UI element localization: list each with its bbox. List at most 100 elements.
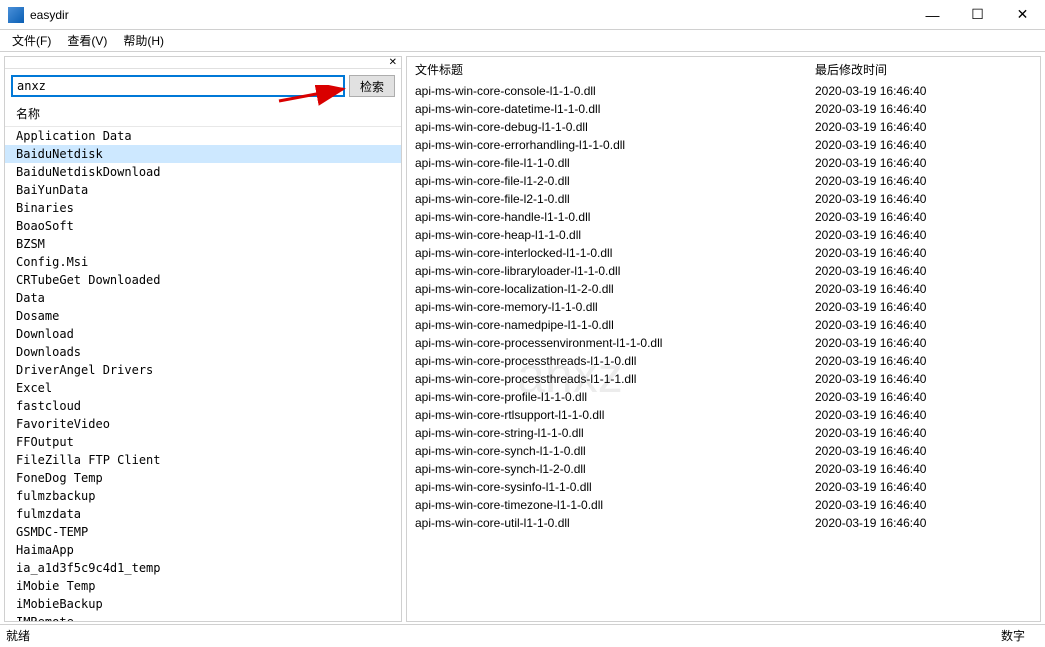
file-row[interactable]: api-ms-win-core-errorhandling-l1-1-0.dll… xyxy=(407,136,1040,154)
menu-help[interactable]: 帮助(H) xyxy=(115,30,172,51)
folder-item[interactable]: Dosame xyxy=(5,307,401,325)
file-mtime-cell: 2020-03-19 16:46:40 xyxy=(807,298,1040,316)
folder-item[interactable]: FFOutput xyxy=(5,433,401,451)
folder-item[interactable]: BaiYunData xyxy=(5,181,401,199)
folder-item[interactable]: HaimaApp xyxy=(5,541,401,559)
file-mtime-cell: 2020-03-19 16:46:40 xyxy=(807,316,1040,334)
file-row[interactable]: api-ms-win-core-datetime-l1-1-0.dll2020-… xyxy=(407,100,1040,118)
file-row[interactable]: api-ms-win-core-memory-l1-1-0.dll2020-03… xyxy=(407,298,1040,316)
file-mtime-cell: 2020-03-19 16:46:40 xyxy=(807,208,1040,226)
file-row[interactable]: api-ms-win-core-file-l1-1-0.dll2020-03-1… xyxy=(407,154,1040,172)
file-name-cell: api-ms-win-core-synch-l1-1-0.dll xyxy=(407,442,807,460)
panel-close-icon[interactable]: ✕ xyxy=(387,58,399,68)
file-row[interactable]: api-ms-win-core-rtlsupport-l1-1-0.dll202… xyxy=(407,406,1040,424)
maximize-button[interactable]: ☐ xyxy=(955,0,1000,30)
file-mtime-cell: 2020-03-19 16:46:40 xyxy=(807,226,1040,244)
file-name-cell: api-ms-win-core-memory-l1-1-0.dll xyxy=(407,298,807,316)
file-name-cell: api-ms-win-core-processthreads-l1-1-0.dl… xyxy=(407,352,807,370)
file-mtime-cell: 2020-03-19 16:46:40 xyxy=(807,82,1040,100)
menu-file[interactable]: 文件(F) xyxy=(4,30,59,51)
folder-item[interactable]: DriverAngel Drivers xyxy=(5,361,401,379)
file-row[interactable]: api-ms-win-core-heap-l1-1-0.dll2020-03-1… xyxy=(407,226,1040,244)
folder-item[interactable]: FileZilla FTP Client xyxy=(5,451,401,469)
close-button[interactable]: ✕ xyxy=(1000,0,1045,30)
file-row[interactable]: api-ms-win-core-handle-l1-1-0.dll2020-03… xyxy=(407,208,1040,226)
file-row[interactable]: api-ms-win-core-sysinfo-l1-1-0.dll2020-0… xyxy=(407,478,1040,496)
folder-item[interactable]: fulmzdata xyxy=(5,505,401,523)
file-table-header: 文件标题 最后修改时间 xyxy=(407,57,1040,82)
folder-item[interactable]: GSMDC-TEMP xyxy=(5,523,401,541)
file-row[interactable]: api-ms-win-core-namedpipe-l1-1-0.dll2020… xyxy=(407,316,1040,334)
file-row[interactable]: api-ms-win-core-file-l1-2-0.dll2020-03-1… xyxy=(407,172,1040,190)
menubar: 文件(F) 查看(V) 帮助(H) xyxy=(0,30,1045,52)
file-row[interactable]: api-ms-win-core-file-l2-1-0.dll2020-03-1… xyxy=(407,190,1040,208)
folder-item[interactable]: Data xyxy=(5,289,401,307)
menu-view[interactable]: 查看(V) xyxy=(59,30,115,51)
search-input[interactable] xyxy=(11,75,345,97)
folder-item[interactable]: Binaries xyxy=(5,199,401,217)
file-row[interactable]: api-ms-win-core-profile-l1-1-0.dll2020-0… xyxy=(407,388,1040,406)
minimize-button[interactable]: — xyxy=(910,0,955,30)
file-row[interactable]: api-ms-win-core-processenvironment-l1-1-… xyxy=(407,334,1040,352)
file-name-cell: api-ms-win-core-libraryloader-l1-1-0.dll xyxy=(407,262,807,280)
file-mtime-cell: 2020-03-19 16:46:40 xyxy=(807,460,1040,478)
folder-item[interactable]: Config.Msi xyxy=(5,253,401,271)
folder-list[interactable]: Application DataBaiduNetdiskBaiduNetdisk… xyxy=(5,127,401,621)
file-row[interactable]: api-ms-win-core-timezone-l1-1-0.dll2020-… xyxy=(407,496,1040,514)
file-mtime-cell: 2020-03-19 16:46:40 xyxy=(807,100,1040,118)
folder-item[interactable]: fulmzbackup xyxy=(5,487,401,505)
file-mtime-cell: 2020-03-19 16:46:40 xyxy=(807,406,1040,424)
folder-item[interactable]: BZSM xyxy=(5,235,401,253)
file-row[interactable]: api-ms-win-core-console-l1-1-0.dll2020-0… xyxy=(407,82,1040,100)
file-table[interactable]: 文件标题 最后修改时间 api-ms-win-core-console-l1-1… xyxy=(407,57,1040,621)
file-row[interactable]: api-ms-win-core-util-l1-1-0.dll2020-03-1… xyxy=(407,514,1040,532)
folder-item[interactable]: Downloads xyxy=(5,343,401,361)
folder-item[interactable]: FoneDog Temp xyxy=(5,469,401,487)
file-name-cell: api-ms-win-core-util-l1-1-0.dll xyxy=(407,514,807,532)
folder-list-header: 名称 xyxy=(5,101,401,127)
folder-item[interactable]: BaiduNetdiskDownload xyxy=(5,163,401,181)
file-row[interactable]: api-ms-win-core-synch-l1-2-0.dll2020-03-… xyxy=(407,460,1040,478)
folder-item[interactable]: FavoriteVideo xyxy=(5,415,401,433)
file-name-cell: api-ms-win-core-interlocked-l1-1-0.dll xyxy=(407,244,807,262)
folder-item[interactable]: BaiduNetdisk xyxy=(5,145,401,163)
file-row[interactable]: api-ms-win-core-synch-l1-1-0.dll2020-03-… xyxy=(407,442,1040,460)
folder-item[interactable]: fastcloud xyxy=(5,397,401,415)
folder-item[interactable]: iMobie Temp xyxy=(5,577,401,595)
file-name-cell: api-ms-win-core-console-l1-1-0.dll xyxy=(407,82,807,100)
file-name-cell: api-ms-win-core-heap-l1-1-0.dll xyxy=(407,226,807,244)
file-row[interactable]: api-ms-win-core-libraryloader-l1-1-0.dll… xyxy=(407,262,1040,280)
file-name-cell: api-ms-win-core-debug-l1-1-0.dll xyxy=(407,118,807,136)
column-mtime[interactable]: 最后修改时间 xyxy=(807,57,1040,82)
file-row[interactable]: api-ms-win-core-localization-l1-2-0.dll2… xyxy=(407,280,1040,298)
file-name-cell: api-ms-win-core-localization-l1-2-0.dll xyxy=(407,280,807,298)
file-mtime-cell: 2020-03-19 16:46:40 xyxy=(807,118,1040,136)
file-name-cell: api-ms-win-core-namedpipe-l1-1-0.dll xyxy=(407,316,807,334)
folder-item[interactable]: CRTubeGet Downloaded xyxy=(5,271,401,289)
right-panel: 文件标题 最后修改时间 api-ms-win-core-console-l1-1… xyxy=(406,56,1041,622)
file-name-cell: api-ms-win-core-file-l2-1-0.dll xyxy=(407,190,807,208)
file-row[interactable]: api-ms-win-core-interlocked-l1-1-0.dll20… xyxy=(407,244,1040,262)
titlebar: easydir — ☐ ✕ xyxy=(0,0,1045,30)
statusbar: 就绪 数字 xyxy=(0,624,1045,645)
file-mtime-cell: 2020-03-19 16:46:40 xyxy=(807,514,1040,532)
file-mtime-cell: 2020-03-19 16:46:40 xyxy=(807,370,1040,388)
status-text: 就绪 xyxy=(0,627,30,644)
file-row[interactable]: api-ms-win-core-processthreads-l1-1-1.dl… xyxy=(407,370,1040,388)
file-mtime-cell: 2020-03-19 16:46:40 xyxy=(807,352,1040,370)
folder-item[interactable]: Download xyxy=(5,325,401,343)
search-button[interactable]: 检索 xyxy=(349,75,395,97)
folder-item[interactable]: Application Data xyxy=(5,127,401,145)
file-mtime-cell: 2020-03-19 16:46:40 xyxy=(807,496,1040,514)
folder-item[interactable]: ia_a1d3f5c9c4d1_temp xyxy=(5,559,401,577)
file-name-cell: api-ms-win-core-timezone-l1-1-0.dll xyxy=(407,496,807,514)
file-row[interactable]: api-ms-win-core-debug-l1-1-0.dll2020-03-… xyxy=(407,118,1040,136)
file-row[interactable]: api-ms-win-core-processthreads-l1-1-0.dl… xyxy=(407,352,1040,370)
folder-item[interactable]: Excel xyxy=(5,379,401,397)
folder-item[interactable]: iMobieBackup xyxy=(5,595,401,613)
column-filename[interactable]: 文件标题 xyxy=(407,57,807,82)
folder-item[interactable]: IMRemote xyxy=(5,613,401,621)
file-row[interactable]: api-ms-win-core-string-l1-1-0.dll2020-03… xyxy=(407,424,1040,442)
file-mtime-cell: 2020-03-19 16:46:40 xyxy=(807,478,1040,496)
folder-item[interactable]: BoaoSoft xyxy=(5,217,401,235)
